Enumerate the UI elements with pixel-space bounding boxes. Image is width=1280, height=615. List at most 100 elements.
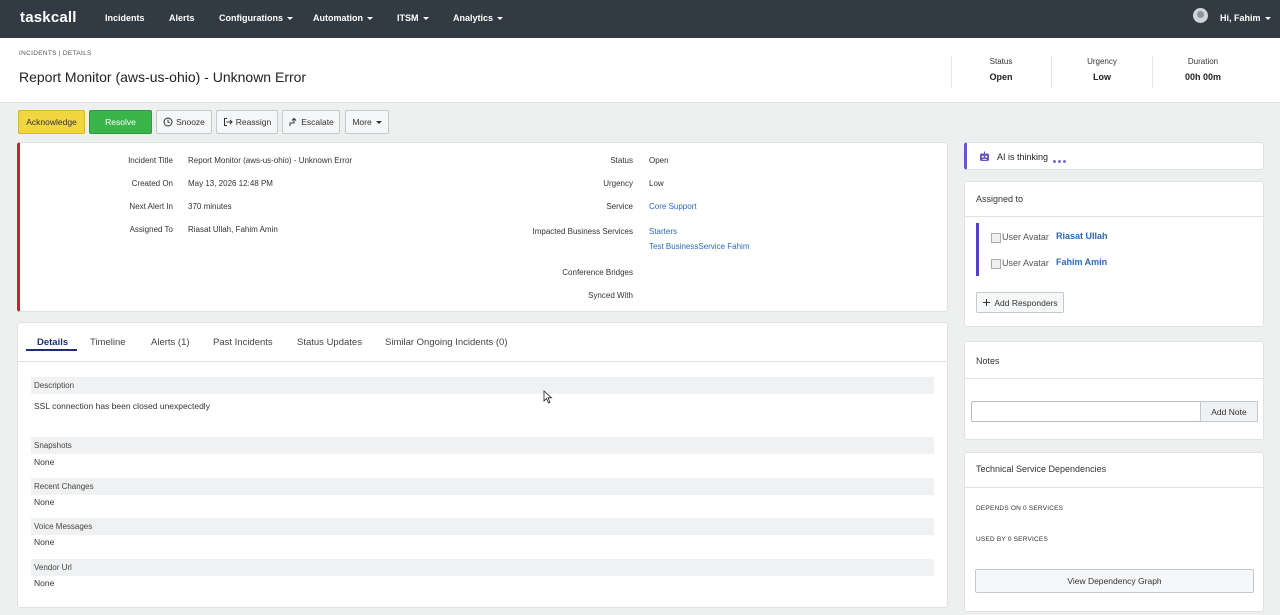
voice-messages-header: Voice Messages (31, 518, 934, 535)
dependencies-title: Technical Service Dependencies (976, 464, 1107, 474)
depends-on-count: DEPENDS ON 0 SERVICES (976, 505, 1064, 512)
escalate-button[interactable]: Escalate (282, 110, 340, 134)
clock-icon (163, 117, 173, 127)
stat-status-value: Open (989, 72, 1013, 82)
tab-similar-incidents[interactable]: Similar Ongoing Incidents (0) (385, 337, 508, 348)
assigned-to-card: Assigned to User Avatar Riasat Ullah Use… (964, 181, 1264, 327)
nav-analytics-label: Analytics (453, 13, 494, 23)
nav-configurations-label: Configurations (219, 13, 283, 23)
robot-icon (980, 151, 989, 161)
stat-status-label: Status (989, 57, 1013, 66)
notes-card: Notes Add Note (964, 341, 1264, 440)
sign-out-icon (223, 118, 233, 126)
page-title: Report Monitor (aws-us-ohio) - Unknown E… (19, 69, 307, 85)
nav-automation[interactable]: Automation (313, 13, 373, 23)
assignee-accent-bar (976, 223, 979, 276)
nav-automation-label: Automation (313, 13, 363, 23)
vendor-url-header: Vendor Url (31, 559, 934, 576)
note-input[interactable] (971, 401, 1201, 422)
chevron-down-icon (1264, 17, 1271, 21)
acknowledge-button[interactable]: Acknowledge (18, 110, 85, 134)
tabs-divider (18, 361, 947, 362)
nav-alerts[interactable]: Alerts (169, 13, 195, 23)
brand-logo[interactable]: taskcall (20, 9, 77, 26)
impacted-services-label: Impacted Business Services (532, 227, 634, 236)
user-greeting: Hi, Fahim (1220, 13, 1261, 23)
tab-past-incidents[interactable]: Past Incidents (213, 337, 273, 348)
assignee-link[interactable]: Fahim Amin (1056, 257, 1107, 267)
chevron-down-icon (375, 120, 382, 124)
chevron-down-icon (497, 17, 504, 21)
snooze-button[interactable]: Snooze (156, 110, 212, 134)
incident-tabs-card: Details Timeline Alerts (1) Past Inciden… (17, 322, 948, 608)
nav-configurations[interactable]: Configurations (219, 13, 293, 23)
avatar: User Avatar (991, 258, 1049, 269)
chevron-down-icon (367, 17, 373, 21)
stat-status: Status Open (951, 57, 1051, 82)
used-by-count: USED BY 0 SERVICES (976, 536, 1048, 543)
synced-with-label: Synced With (588, 291, 633, 300)
created-on-label: Created On (131, 179, 173, 188)
nav-incidents-label: Incidents (105, 13, 145, 23)
tab-status-updates[interactable]: Status Updates (297, 337, 362, 348)
nav-itsm-label: ITSM (397, 13, 419, 23)
urgency-value: Low (649, 179, 664, 188)
incident-title-label: Incident Title (128, 156, 173, 165)
tab-details[interactable]: Details (37, 337, 68, 348)
description-body: SSL connection has been closed unexpecte… (34, 401, 210, 411)
resolve-button[interactable]: Resolve (89, 110, 152, 134)
escalate-label: Escalate (301, 117, 334, 127)
recent-changes-header: Recent Changes (31, 478, 934, 495)
user-avatar[interactable] (1193, 8, 1208, 23)
impacted-service-link[interactable]: Starters (649, 227, 677, 236)
card-divider (965, 487, 1263, 488)
more-dropdown-button[interactable]: More (345, 110, 389, 134)
created-on-value: May 13, 2026 12:48 PM (188, 179, 273, 188)
snapshots-header: Snapshots (31, 437, 934, 454)
assignee-link[interactable]: Riasat Ullah (1056, 231, 1108, 241)
user-menu[interactable]: Hi, Fahim (1220, 13, 1271, 23)
card-divider (965, 216, 1263, 217)
ai-status-text: AI is thinking (997, 152, 1049, 162)
vendor-url-body: None (34, 578, 55, 588)
status-value: Open (649, 156, 669, 165)
active-tab-indicator (26, 349, 77, 351)
more-label: More (352, 117, 372, 127)
nav-analytics[interactable]: Analytics (453, 13, 504, 23)
service-dependencies-card: Technical Service Dependencies DEPENDS O… (964, 452, 1264, 612)
ai-status-card: AI is thinking (964, 142, 1264, 170)
incident-details-card: Incident Title Report Monitor (aws-us-oh… (17, 142, 948, 312)
mouse-cursor-icon (543, 390, 553, 404)
snooze-label: Snooze (176, 117, 205, 127)
add-note-button[interactable]: Add Note (1200, 401, 1258, 422)
status-label: Status (610, 156, 633, 165)
voice-messages-body: None (34, 537, 55, 547)
add-responders-label: Add Responders (994, 297, 1058, 308)
escalate-arrow-icon (289, 117, 297, 126)
add-responders-button[interactable]: Add Responders (976, 292, 1064, 313)
loading-dots-icon (1053, 155, 1068, 165)
breadcrumb: INCIDENTS | DETAILS (19, 50, 92, 57)
nav-itsm[interactable]: ITSM (397, 13, 429, 23)
stat-duration: Duration 00h 00m (1153, 57, 1253, 82)
view-dependency-graph-button[interactable]: View Dependency Graph (975, 569, 1254, 593)
nav-incidents[interactable]: Incidents (105, 13, 145, 23)
resolve-label: Resolve (105, 117, 136, 127)
avatar: User Avatar (991, 232, 1049, 243)
reassign-button[interactable]: Reassign (216, 110, 278, 134)
nav-alerts-label: Alerts (169, 13, 195, 23)
service-link[interactable]: Core Support (649, 202, 697, 211)
tab-alerts[interactable]: Alerts (1) (151, 337, 190, 348)
assigned-to-label: Assigned To (129, 225, 173, 234)
notes-title: Notes (976, 356, 1000, 366)
stat-duration-value: 00h 00m (1184, 72, 1222, 82)
stat-urgency: Urgency Low (1052, 57, 1152, 82)
service-label: Service (606, 202, 633, 211)
impacted-service-link[interactable]: Test BusinessService Fahim (649, 242, 749, 251)
chevron-down-icon (287, 17, 293, 21)
stat-urgency-label: Urgency (1087, 57, 1117, 66)
snapshots-body: None (34, 457, 55, 467)
tab-timeline[interactable]: Timeline (90, 337, 126, 348)
urgency-label: Urgency (603, 179, 633, 188)
next-alert-label: Next Alert In (129, 202, 173, 211)
